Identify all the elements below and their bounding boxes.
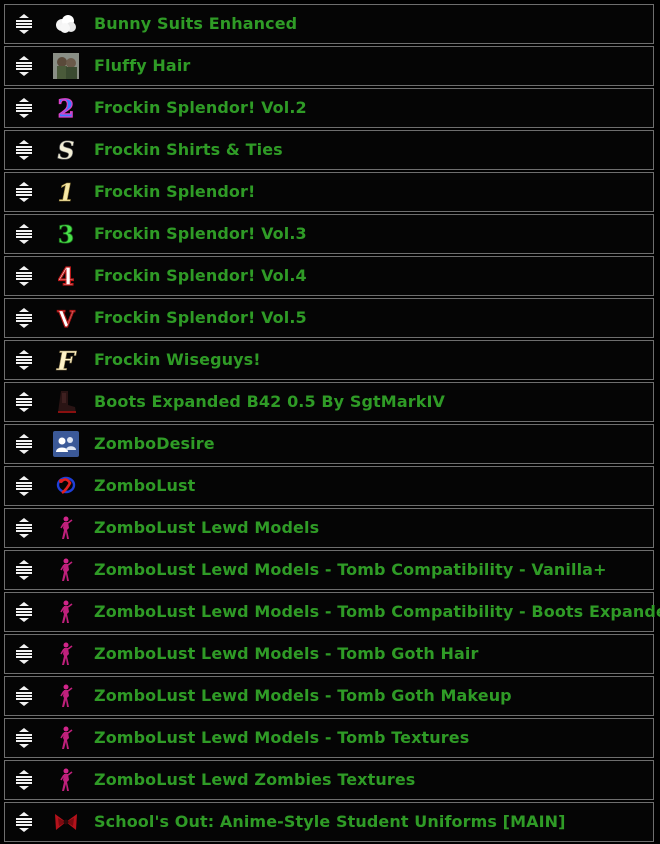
svg-text:3: 3 xyxy=(58,221,75,247)
mod-row[interactable]: Bunny Suits Enhanced xyxy=(4,4,654,44)
pink-figure-icon xyxy=(53,515,79,541)
mod-name: ZomboLust xyxy=(94,476,196,495)
mod-name: ZomboLust Lewd Models - Tomb Compatibili… xyxy=(94,602,660,621)
mod-row[interactable]: ZomboLust Lewd Models - Tomb Compatibili… xyxy=(4,592,660,632)
svg-text:1: 1 xyxy=(58,179,75,205)
svg-text:S: S xyxy=(57,137,74,163)
letter-f-icon: F xyxy=(53,347,79,373)
red-ribbon-icon xyxy=(53,809,79,835)
drag-handle-icon[interactable] xyxy=(15,434,33,454)
drag-handle-icon[interactable] xyxy=(15,56,33,76)
number-2-icon: 2 xyxy=(53,95,79,121)
svg-text:V: V xyxy=(56,307,75,331)
mod-row[interactable]: 4 Frockin Splendor! Vol.4 xyxy=(4,256,654,296)
mod-name: ZomboLust Lewd Models - Tomb Goth Makeup xyxy=(94,686,512,705)
pink-figure-icon xyxy=(53,767,79,793)
drag-handle-icon[interactable] xyxy=(15,644,33,664)
drag-handle-icon[interactable] xyxy=(15,140,33,160)
mod-name: Boots Expanded B42 0.5 By SgtMarkIV xyxy=(94,392,445,411)
mod-name: Frockin Splendor! Vol.4 xyxy=(94,266,307,285)
drag-handle-icon[interactable] xyxy=(15,266,33,286)
mod-name: ZomboLust Lewd Models xyxy=(94,518,320,537)
drag-handle-icon[interactable] xyxy=(15,476,33,496)
drag-handle-icon[interactable] xyxy=(15,350,33,370)
drag-handle-icon[interactable] xyxy=(15,770,33,790)
drag-handle-icon[interactable] xyxy=(15,812,33,832)
character-portrait-icon xyxy=(53,53,79,79)
mod-row[interactable]: ZomboLust Lewd Models - Tomb Goth Makeup xyxy=(4,676,654,716)
drag-handle-icon[interactable] xyxy=(15,392,33,412)
mod-row[interactable]: F Frockin Wiseguys! xyxy=(4,340,654,380)
mod-name: Frockin Splendor! xyxy=(94,182,256,201)
pink-figure-icon xyxy=(53,641,79,667)
mod-name: ZomboLust Lewd Zombies Textures xyxy=(94,770,416,789)
mod-row[interactable]: 2 Frockin Splendor! Vol.2 xyxy=(4,88,654,128)
svg-text:F: F xyxy=(56,347,77,373)
pink-figure-icon xyxy=(53,599,79,625)
svg-text:4: 4 xyxy=(58,263,75,289)
mod-row[interactable]: Boots Expanded B42 0.5 By SgtMarkIV xyxy=(4,382,654,422)
mod-name: Frockin Wiseguys! xyxy=(94,350,261,369)
pink-figure-icon xyxy=(53,683,79,709)
number-3-icon: 3 xyxy=(53,221,79,247)
mod-name: Fluffy Hair xyxy=(94,56,191,75)
mod-row[interactable]: V Frockin Splendor! Vol.5 xyxy=(4,298,654,338)
mod-name: Frockin Splendor! Vol.3 xyxy=(94,224,307,243)
svg-text:2: 2 xyxy=(58,95,75,121)
drag-handle-icon[interactable] xyxy=(15,308,33,328)
mod-list: Bunny Suits Enhanced Fluffy Hair 2 Frock… xyxy=(4,4,660,844)
mod-name: ZomboLust Lewd Models - Tomb Goth Hair xyxy=(94,644,479,663)
mod-name: Frockin Splendor! Vol.5 xyxy=(94,308,307,327)
zombolust-logo-icon xyxy=(53,473,79,499)
mod-row[interactable]: School's Out: Anime-Style Student Unifor… xyxy=(4,802,654,842)
mod-name: Bunny Suits Enhanced xyxy=(94,14,298,33)
number-1-icon: 1 xyxy=(53,179,79,205)
drag-handle-icon[interactable] xyxy=(15,602,33,622)
mod-row[interactable]: ZomboLust Lewd Models - Tomb Textures xyxy=(4,718,654,758)
mod-name: Frockin Shirts & Ties xyxy=(94,140,283,159)
mod-row[interactable]: ZomboLust xyxy=(4,466,654,506)
boot-icon xyxy=(53,389,79,415)
drag-handle-icon[interactable] xyxy=(15,686,33,706)
mod-row[interactable]: 1 Frockin Splendor! xyxy=(4,172,654,212)
mod-row[interactable]: Fluffy Hair xyxy=(4,46,654,86)
letter-s-icon: S xyxy=(53,137,79,163)
mod-name: ZomboLust Lewd Models - Tomb Compatibili… xyxy=(94,560,607,579)
mod-row[interactable]: ZomboLust Lewd Models xyxy=(4,508,654,548)
mod-row[interactable]: 3 Frockin Splendor! Vol.3 xyxy=(4,214,654,254)
roman-v-icon: V xyxy=(53,305,79,331)
number-4-icon: 4 xyxy=(53,263,79,289)
people-icon xyxy=(53,431,79,457)
fluffy-cloud-icon xyxy=(53,11,79,37)
mod-row[interactable]: ZomboLust Lewd Models - Tomb Compatibili… xyxy=(4,550,654,590)
drag-handle-icon[interactable] xyxy=(15,518,33,538)
mod-row[interactable]: S Frockin Shirts & Ties xyxy=(4,130,654,170)
pink-figure-icon xyxy=(53,725,79,751)
mod-row[interactable]: ZomboDesire xyxy=(4,424,654,464)
mod-row[interactable]: ZomboLust Lewd Zombies Textures xyxy=(4,760,654,800)
mod-name: ZomboLust Lewd Models - Tomb Textures xyxy=(94,728,470,747)
mod-name: School's Out: Anime-Style Student Unifor… xyxy=(94,812,566,831)
mod-name: ZomboDesire xyxy=(94,434,215,453)
drag-handle-icon[interactable] xyxy=(15,560,33,580)
mod-name: Frockin Splendor! Vol.2 xyxy=(94,98,307,117)
drag-handle-icon[interactable] xyxy=(15,728,33,748)
drag-handle-icon[interactable] xyxy=(15,98,33,118)
pink-figure-icon xyxy=(53,557,79,583)
mod-row[interactable]: ZomboLust Lewd Models - Tomb Goth Hair xyxy=(4,634,654,674)
drag-handle-icon[interactable] xyxy=(15,14,33,34)
drag-handle-icon[interactable] xyxy=(15,182,33,202)
drag-handle-icon[interactable] xyxy=(15,224,33,244)
